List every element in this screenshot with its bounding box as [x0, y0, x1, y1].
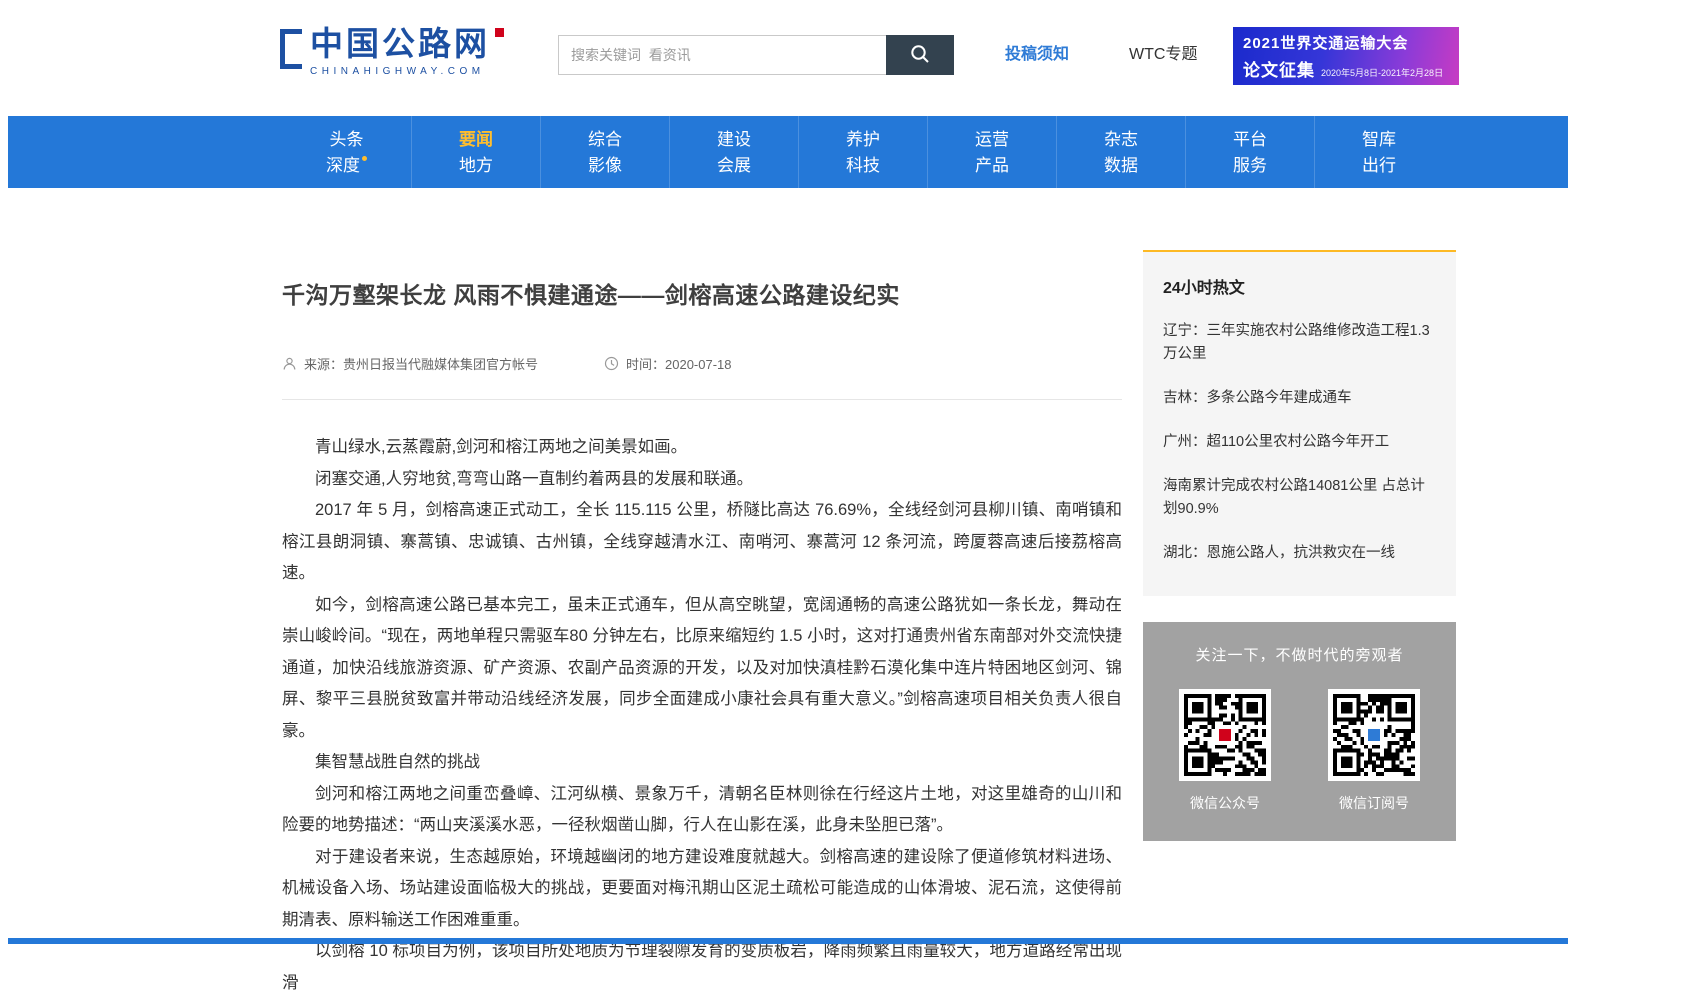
- conference-banner-ad[interactable]: 2021世界交通运输大会 论文征集 2020年5月8日-2021年2月28日: [1233, 27, 1459, 85]
- search-input[interactable]: [558, 35, 886, 75]
- nav-item-zazhi-shuju[interactable]: 杂志 数据: [1056, 116, 1185, 188]
- hot-articles-title: 24小时热文: [1163, 274, 1436, 298]
- article-source: 来源：贵州日报当代融媒体集团官方帐号: [282, 354, 538, 373]
- article-body: 青山绿水,云蒸霞蔚,剑河和榕江两地之间美景如画。 闭塞交通,人穷地贫,弯弯山路一…: [282, 432, 1122, 999]
- nav-label[interactable]: 数据: [1057, 153, 1185, 179]
- header: 中国公路网 CHINAHIGHWAY.COM 投稿须知 WTC专题 2021: [8, 0, 1568, 116]
- header-links: 投稿须知 WTC专题: [1005, 40, 1197, 64]
- nav-label[interactable]: 出行: [1315, 153, 1443, 179]
- nav-item-zhiku-chuxing[interactable]: 智库 出行: [1314, 116, 1443, 188]
- nav-dot-icon: [362, 156, 367, 161]
- wechat-subscription-qr-code: [1328, 689, 1420, 781]
- nav-item-yunying-chanpin[interactable]: 运营 产品: [927, 116, 1056, 188]
- source-text: 来源：贵州日报当代融媒体集团官方帐号: [304, 354, 538, 373]
- nav-item-zonghe-yingxiang[interactable]: 综合 影像: [540, 116, 669, 188]
- logo-bracket-icon: [280, 29, 302, 69]
- nav-label[interactable]: 影像: [541, 153, 669, 179]
- nav-item-yanghu-keji[interactable]: 养护 科技: [798, 116, 927, 188]
- nav-label-active[interactable]: 要闻: [412, 127, 540, 153]
- nav-label[interactable]: 产品: [928, 153, 1056, 179]
- nav-item-jianshe-huizhan[interactable]: 建设 会展: [669, 116, 798, 188]
- nav-label[interactable]: 杂志: [1057, 127, 1185, 153]
- wtc-topic-link[interactable]: WTC专题: [1129, 40, 1197, 64]
- banner-subtitle: 论文征集: [1243, 56, 1315, 81]
- site-logo[interactable]: 中国公路网 CHINAHIGHWAY.COM: [280, 26, 490, 77]
- paragraph: 青山绿水,云蒸霞蔚,剑河和榕江两地之间美景如画。: [282, 432, 1122, 464]
- logo-title: 中国公路网: [310, 26, 490, 62]
- page: 中国公路网 CHINAHIGHWAY.COM 投稿须知 WTC专题 2021: [8, 0, 1568, 944]
- user-icon: [282, 356, 297, 371]
- follow-title: 关注一下，不做时代的旁观者: [1143, 644, 1456, 665]
- submit-notice-link[interactable]: 投稿须知: [1005, 40, 1069, 64]
- hot-article-link[interactable]: 辽宁：三年实施农村公路维修改造工程1.3万公里: [1163, 320, 1436, 366]
- wechat-public-qr-code: [1179, 689, 1271, 781]
- qr-label: 微信公众号: [1175, 793, 1275, 813]
- nav-label[interactable]: 服务: [1186, 153, 1314, 179]
- wechat-follow-box: 关注一下，不做时代的旁观者 微信公众号 微信订阅号: [1143, 622, 1456, 841]
- nav-label[interactable]: 科技: [799, 153, 927, 179]
- footer-top-strip: [8, 938, 1568, 944]
- paragraph: 剑河和榕江两地之间重峦叠嶂、江河纵横、景象万千，清朝名臣林则徐在行经这片土地，对…: [282, 779, 1122, 842]
- hot-articles-box: 24小时热文 辽宁：三年实施农村公路维修改造工程1.3万公里 吉林：多条公路今年…: [1143, 250, 1456, 596]
- banner-dates: 2020年5月8日-2021年2月28日: [1321, 66, 1443, 79]
- hot-article-link[interactable]: 海南累计完成农村公路14081公里 占总计划90.9%: [1163, 475, 1436, 521]
- article-title: 千沟万壑架长龙 风雨不惧建通途——剑榕高速公路建设纪实: [282, 276, 1122, 310]
- nav-item-toutiao-shendu[interactable]: 头条 深度: [282, 116, 411, 188]
- time-text: 时间：2020-07-18: [626, 354, 732, 373]
- article: 千沟万壑架长龙 风雨不惧建通途——剑榕高速公路建设纪实 来源：贵州日报当代融媒体…: [282, 250, 1122, 999]
- qr-cell-subscription-account: 微信订阅号: [1324, 689, 1424, 813]
- search-button[interactable]: [886, 35, 954, 75]
- article-meta: 来源：贵州日报当代融媒体集团官方帐号 时间：2020-07-18: [282, 354, 1122, 373]
- logo-subtitle: CHINAHIGHWAY.COM: [310, 66, 490, 77]
- nav-label[interactable]: 深度: [282, 153, 411, 179]
- search-bar: [558, 35, 954, 75]
- nav-label[interactable]: 运营: [928, 127, 1056, 153]
- nav-label[interactable]: 建设: [670, 127, 798, 153]
- sidebar: 24小时热文 辽宁：三年实施农村公路维修改造工程1.3万公里 吉林：多条公路今年…: [1143, 250, 1456, 841]
- meta-divider: [282, 399, 1122, 400]
- paragraph: 对于建设者来说，生态越原始，环境越幽闭的地方建设难度就越大。剑榕高速的建设除了便…: [282, 842, 1122, 937]
- paragraph: 2017 年 5 月，剑榕高速正式动工，全长 115.115 公里，桥隧比高达 …: [282, 495, 1122, 590]
- hot-article-link[interactable]: 湖北：恩施公路人，抗洪救灾在一线: [1163, 542, 1436, 565]
- nav-label[interactable]: 平台: [1186, 127, 1314, 153]
- article-time: 时间：2020-07-18: [604, 354, 732, 373]
- paragraph: 集智慧战胜自然的挑战: [282, 747, 1122, 779]
- nav-label[interactable]: 综合: [541, 127, 669, 153]
- paragraph: 闭塞交通,人穷地贫,弯弯山路一直制约着两县的发展和联通。: [282, 464, 1122, 496]
- search-icon: [909, 43, 931, 68]
- hot-article-link[interactable]: 广州：超110公里农村公路今年开工: [1163, 431, 1436, 454]
- paragraph: 以剑榕 10 标项目为例，该项目所处地质为节理裂隙发育的变质板岩，降雨频繁且雨量…: [282, 936, 1122, 999]
- logo-red-mark: [495, 28, 504, 37]
- nav-item-yaowen-difang[interactable]: 要闻 地方: [411, 116, 540, 188]
- qr-cell-public-account: 微信公众号: [1175, 689, 1275, 813]
- nav-label[interactable]: 养护: [799, 127, 927, 153]
- qr-label: 微信订阅号: [1324, 793, 1424, 813]
- nav-item-pingtai-fuwu[interactable]: 平台 服务: [1185, 116, 1314, 188]
- banner-title: 2021世界交通运输大会: [1243, 34, 1449, 54]
- paragraph: 如今，剑榕高速公路已基本完工，虽未正式通车，但从高空眺望，宽阔通畅的高速公路犹如…: [282, 590, 1122, 748]
- clock-icon: [604, 356, 619, 371]
- nav-label[interactable]: 智库: [1315, 127, 1443, 153]
- main-content: 千沟万壑架长龙 风雨不惧建通途——剑榕高速公路建设纪实 来源：贵州日报当代融媒体…: [8, 188, 1568, 999]
- nav-label[interactable]: 地方: [412, 153, 540, 179]
- nav-list: 头条 深度 要闻 地方 综合 影像 建设 会展 养护 科技 运营 产品: [282, 116, 1443, 188]
- main-nav: 头条 深度 要闻 地方 综合 影像 建设 会展 养护 科技 运营 产品: [8, 116, 1568, 188]
- hot-article-link[interactable]: 吉林：多条公路今年建成通车: [1163, 387, 1436, 410]
- nav-label[interactable]: 头条: [282, 127, 411, 153]
- nav-label[interactable]: 会展: [670, 153, 798, 179]
